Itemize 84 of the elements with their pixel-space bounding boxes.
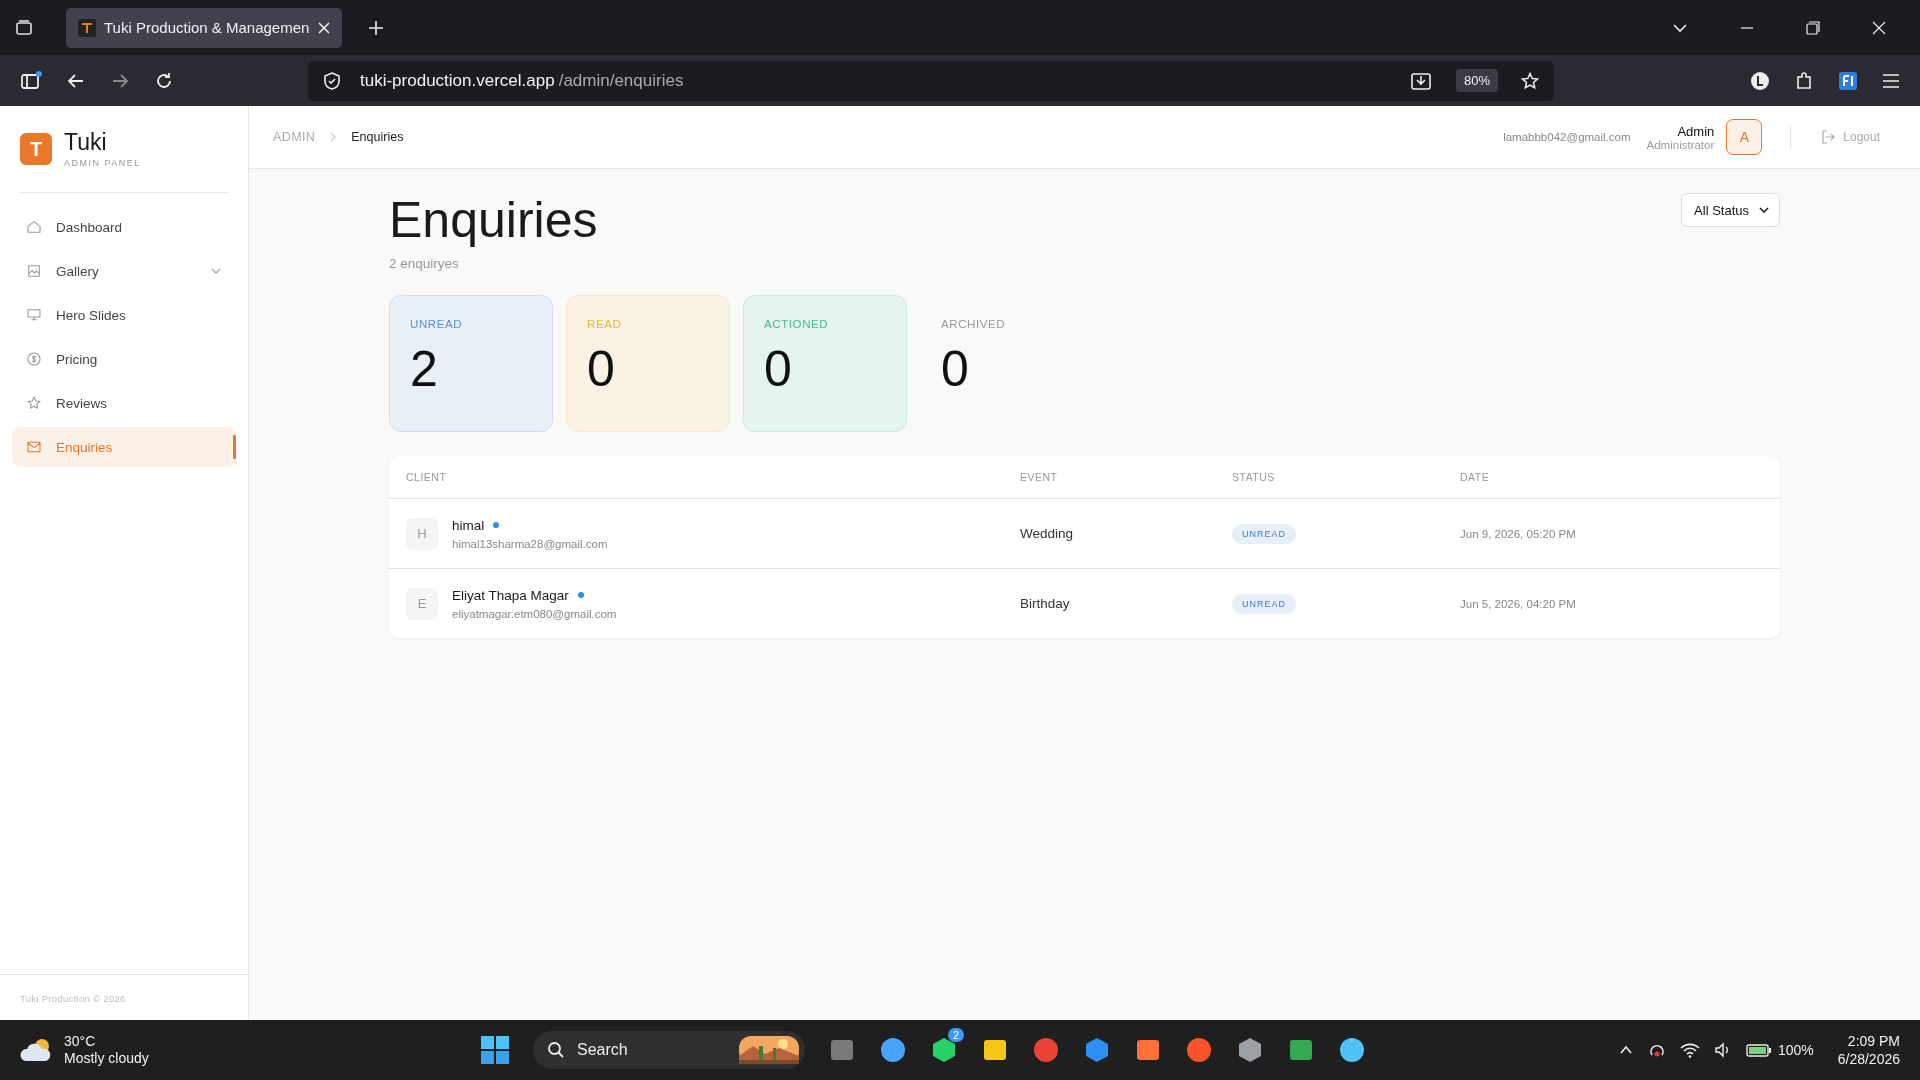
- sidebar-item[interactable]: Pricing: [12, 339, 236, 380]
- app-icon[interactable]: [1185, 1036, 1213, 1064]
- column-header: CLIENT: [406, 471, 448, 483]
- url-host: tuki-production.vercel.app: [360, 70, 555, 91]
- close-icon[interactable]: [1872, 20, 1886, 35]
- favicon-icon: [78, 18, 96, 37]
- status-filter[interactable]: All Status: [1681, 193, 1780, 227]
- shield-icon: [322, 70, 342, 91]
- app-icon[interactable]: [1083, 1036, 1111, 1064]
- table-cell-text: Jun 9, 2026, 05:20 PM: [1460, 527, 1577, 540]
- battery-icon[interactable]: [1745, 1042, 1772, 1058]
- app-icon[interactable]: [879, 1036, 907, 1064]
- notification-badge: 2: [947, 1028, 964, 1042]
- client-name: Eliyat Thapa Magar: [452, 587, 569, 603]
- new-tab-icon[interactable]: [368, 19, 384, 36]
- search-icon: [547, 1041, 565, 1059]
- restore-icon[interactable]: [1806, 20, 1820, 35]
- temperature: 30°C: [64, 1032, 97, 1050]
- brand-subtitle: ADMIN PANEL: [64, 158, 141, 169]
- stat-label: UNREAD: [410, 318, 464, 330]
- status-badge: UNREAD: [1232, 524, 1296, 544]
- page-title: Enquiries: [389, 193, 598, 248]
- client-avatar: H: [406, 517, 438, 550]
- stat-value: 2: [410, 344, 439, 394]
- table-cell-text: Birthday: [1020, 596, 1071, 611]
- download-icon[interactable]: [1409, 70, 1432, 91]
- brand-name: Tuki: [64, 130, 108, 156]
- client-avatar: E: [406, 587, 438, 620]
- wifi-icon[interactable]: [1679, 1042, 1700, 1058]
- stat-value: 0: [941, 344, 970, 394]
- enquiry-count: 2 enquiryes: [389, 256, 460, 271]
- menu-icon[interactable]: [1882, 72, 1900, 89]
- star-icon[interactable]: [1520, 70, 1540, 91]
- stat-label: ACTIONED: [764, 318, 830, 330]
- nav-icon: [26, 263, 42, 280]
- nav-icon: [26, 395, 42, 412]
- column-header: STATUS: [1232, 471, 1276, 483]
- url-path: /admin/enquiries: [558, 70, 684, 91]
- user-email: lamabbb042@gmail.com: [1503, 131, 1631, 143]
- sidebar-item[interactable]: Hero Slides: [12, 295, 236, 336]
- zoom-level[interactable]: 80%: [1455, 69, 1498, 92]
- table-row[interactable]: H himal himal13sharma28@gmail.com Wedding UNREAD Jun 9, 2026, 05:20 PM: [389, 499, 1780, 569]
- account-icon[interactable]: [1750, 70, 1770, 91]
- logo-badge: T: [20, 133, 52, 166]
- column-header: DATE: [1460, 471, 1491, 483]
- address-bar[interactable]: tuki-production.vercel.app /admin/enquiries 80%: [308, 60, 1554, 101]
- chevron-right-icon: [329, 132, 338, 142]
- stat-label: READ: [587, 318, 623, 330]
- sidebar-toggle-icon[interactable]: [20, 70, 42, 91]
- tab-title: Tuki Production & Managemen: [104, 19, 310, 36]
- stat-value: 0: [764, 344, 793, 394]
- battery-level: 100%: [1777, 1042, 1814, 1058]
- reload-icon[interactable]: [154, 70, 174, 91]
- stat-label: ARCHIVED: [941, 318, 1007, 330]
- close-icon[interactable]: [318, 21, 330, 34]
- clock[interactable]: 2:09 PM 6/28/2026: [1837, 1031, 1900, 1069]
- extension-icon[interactable]: [1838, 70, 1858, 91]
- tab-list-icon[interactable]: [14, 17, 34, 38]
- windows-icon[interactable]: [480, 1035, 510, 1065]
- logout-icon: [1821, 130, 1836, 144]
- table-cell-text: Wedding: [1020, 526, 1075, 541]
- caret-icon: [1759, 206, 1769, 214]
- active-indicator: [233, 435, 236, 460]
- sidebar-item[interactable]: Gallery: [12, 251, 236, 292]
- column-header: EVENT: [1020, 471, 1059, 483]
- sidebar-item[interactable]: Reviews: [12, 383, 236, 424]
- app-icon[interactable]: [1236, 1036, 1264, 1064]
- nav-icon: [26, 219, 42, 236]
- table-row[interactable]: E Eliyat Thapa Magar eliyatmagar.etm080@gmail.com Birthday UNREAD Jun 5, 2026, 04:20 PM: [389, 569, 1780, 638]
- sidebar-item[interactable]: Dashboard: [12, 207, 236, 248]
- user-name: Admin: [1677, 123, 1715, 139]
- app-icon[interactable]: [1338, 1036, 1366, 1064]
- footer-text: Tuki Production © 2026: [20, 993, 126, 1004]
- weather-condition: Mostly cloudy: [64, 1050, 149, 1068]
- user-role: Administrator: [1646, 138, 1715, 151]
- client-name: himal: [452, 517, 485, 533]
- client-email: himal13sharma28@gmail.com: [452, 537, 608, 550]
- status-badge: UNREAD: [1232, 594, 1296, 614]
- client-email: eliyatmagar.etm080@gmail.com: [452, 607, 617, 620]
- nav-icon: [26, 351, 42, 368]
- stat-value: 0: [587, 344, 616, 394]
- app-icon[interactable]: [1032, 1036, 1060, 1064]
- browser-tab[interactable]: Tuki Production & Managemen: [66, 7, 342, 48]
- table-cell-text: Jun 5, 2026, 04:20 PM: [1460, 597, 1577, 610]
